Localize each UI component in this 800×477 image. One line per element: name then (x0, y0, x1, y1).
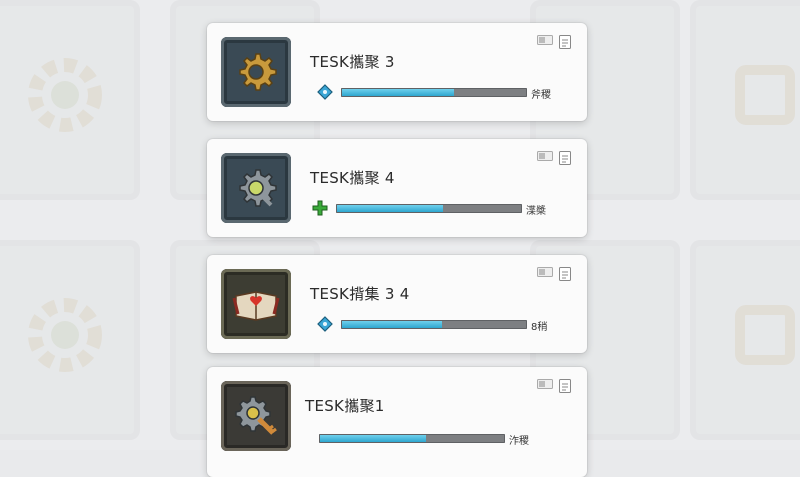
diamond-badge-icon (317, 84, 333, 100)
card-corner-icons (537, 35, 571, 49)
progress-track (319, 434, 505, 443)
progress-track (341, 320, 527, 329)
document-icon[interactable] (559, 35, 571, 49)
quest-title: TESK攜聚 4 (310, 169, 395, 187)
card-corner-icons (537, 151, 571, 165)
card-corner-icons (537, 267, 571, 281)
quest-card[interactable]: TESK攜聚 4 渫槳 (207, 139, 587, 237)
gear-icon (221, 37, 291, 107)
progress-fill (337, 205, 444, 212)
spellbook-icon (221, 269, 291, 339)
progress-fill (342, 321, 443, 328)
quest-card[interactable]: TESK攜聚1 泎稷 (207, 367, 587, 477)
progress-fill (342, 89, 454, 96)
stat-label: 泎稷 (509, 436, 529, 447)
document-icon[interactable] (559, 379, 571, 393)
progress-track (336, 204, 522, 213)
progress-track (341, 88, 527, 97)
plus-badge-icon (312, 200, 328, 216)
progress-row: 渫槳 (312, 199, 572, 217)
quest-title: TESK攜聚 3 (310, 53, 395, 71)
stat-label: 渫槳 (526, 206, 546, 217)
progress-fill (320, 435, 427, 442)
document-icon[interactable] (559, 151, 571, 165)
quest-card[interactable]: TESK攜聚 3 斧稷 (207, 23, 587, 121)
document-icon[interactable] (559, 267, 571, 281)
quest-title: TESK揹集 3 4 (310, 285, 410, 303)
quest-card[interactable]: TESK揹集 3 4 8稍 (207, 255, 587, 353)
progress-row: 8稍 (317, 315, 577, 333)
card-toggle-icon[interactable] (537, 151, 553, 161)
card-toggle-icon[interactable] (537, 267, 553, 277)
stat-label: 斧稷 (531, 90, 551, 101)
card-toggle-icon[interactable] (537, 379, 553, 389)
stat-label: 8稍 (531, 322, 548, 333)
card-toggle-icon[interactable] (537, 35, 553, 45)
progress-row: 泎稷 (295, 429, 555, 447)
diamond-badge-icon (317, 316, 333, 332)
card-corner-icons (537, 379, 571, 393)
progress-row: 斧稷 (317, 83, 577, 101)
gear-wrench-icon (221, 153, 291, 223)
gear-key-icon (221, 381, 291, 451)
quest-title: TESK攜聚1 (305, 397, 385, 415)
